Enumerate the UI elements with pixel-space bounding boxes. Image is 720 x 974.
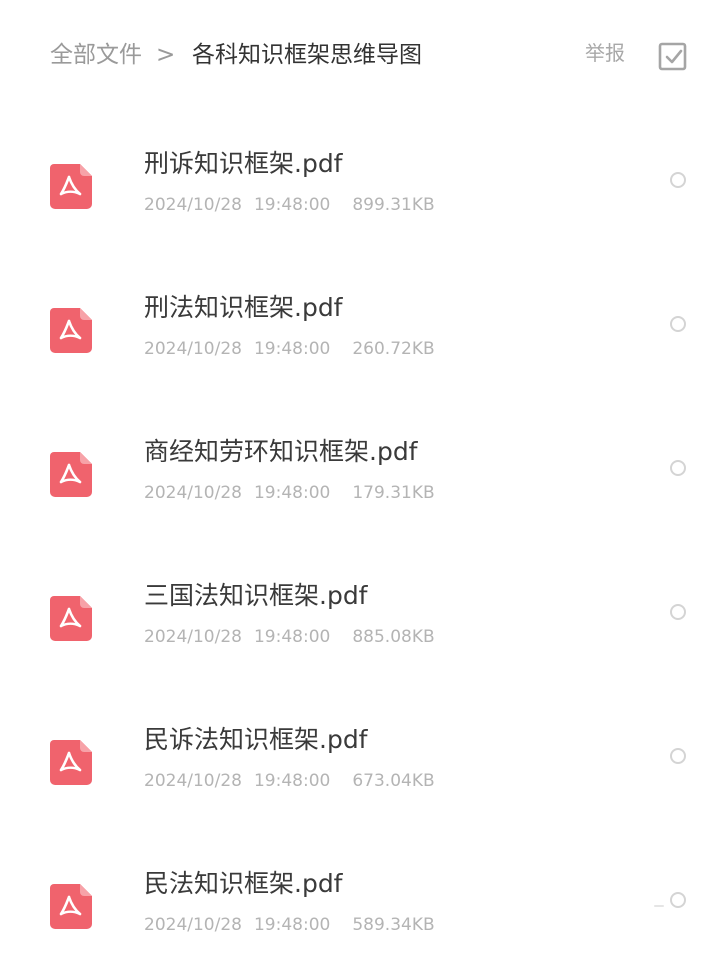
row-select-radio[interactable] — [670, 460, 686, 476]
breadcrumb-root-link[interactable]: 全部文件 — [50, 38, 142, 72]
file-row[interactable]: 民法知识框架.pdf 2024/10/28 19:48:00 589.34KB — [0, 830, 720, 974]
watermark — [572, 905, 696, 941]
file-date: 2024/10/28 — [144, 339, 242, 359]
file-meta: 2024/10/28 19:48:00 673.04KB — [144, 768, 435, 794]
pdf-file-icon — [50, 164, 92, 210]
file-size: 673.04KB — [352, 771, 435, 791]
file-name: 民法知识框架.pdf — [144, 869, 343, 898]
checkbox-icon — [658, 42, 687, 71]
pdf-file-icon — [50, 452, 92, 498]
file-size: 179.31KB — [352, 483, 435, 503]
file-meta: 2024/10/28 19:48:00 885.08KB — [144, 624, 435, 650]
file-name: 刑法知识框架.pdf — [144, 293, 343, 322]
pdf-file-icon — [50, 740, 92, 786]
row-select-radio[interactable] — [670, 604, 686, 620]
file-row[interactable]: 民诉法知识框架.pdf 2024/10/28 19:48:00 673.04KB — [0, 686, 720, 830]
file-list: 刑诉知识框架.pdf 2024/10/28 19:48:00 899.31KB 刑法… — [0, 110, 720, 974]
watermark-badge — [654, 905, 664, 907]
file-name: 三国法知识框架.pdf — [144, 581, 368, 610]
file-time: 19:48:00 — [253, 771, 331, 791]
file-time: 19:48:00 — [253, 339, 331, 359]
pdf-file-icon — [50, 884, 92, 930]
row-select-radio[interactable] — [670, 172, 686, 188]
file-name: 商经知劳环知识框架.pdf — [144, 437, 418, 466]
file-size: 260.72KB — [352, 339, 435, 359]
file-size: 899.31KB — [352, 195, 435, 215]
file-row[interactable]: 商经知劳环知识框架.pdf 2024/10/28 19:48:00 179.31KB — [0, 398, 720, 542]
file-row[interactable]: 刑诉知识框架.pdf 2024/10/28 19:48:00 899.31KB — [0, 110, 720, 254]
file-name: 刑诉知识框架.pdf — [144, 149, 343, 178]
file-row[interactable]: 三国法知识框架.pdf 2024/10/28 19:48:00 885.08KB — [0, 542, 720, 686]
row-select-radio[interactable] — [670, 316, 686, 332]
file-time: 19:48:00 — [253, 483, 331, 503]
file-date: 2024/10/28 — [144, 195, 242, 215]
file-date: 2024/10/28 — [144, 771, 242, 791]
file-meta: 2024/10/28 19:48:00 589.34KB — [144, 912, 435, 938]
pdf-file-icon — [50, 596, 92, 642]
select-all-button[interactable] — [656, 40, 690, 74]
file-time: 19:48:00 — [253, 627, 331, 647]
report-button[interactable]: 举报 — [585, 36, 625, 70]
file-size: 885.08KB — [352, 627, 435, 647]
row-select-radio[interactable] — [670, 748, 686, 764]
header-bar: 全部文件 > 各科知识框架思维导图 举报 — [0, 0, 720, 110]
file-date: 2024/10/28 — [144, 483, 242, 503]
file-size: 589.34KB — [352, 915, 435, 935]
file-meta: 2024/10/28 19:48:00 260.72KB — [144, 336, 435, 362]
pdf-file-icon — [50, 308, 92, 354]
breadcrumb-current-folder: 各科知识框架思维导图 — [192, 42, 422, 68]
file-name: 民诉法知识框架.pdf — [144, 725, 368, 754]
file-meta: 2024/10/28 19:48:00 899.31KB — [144, 192, 435, 218]
file-time: 19:48:00 — [253, 915, 331, 935]
file-meta: 2024/10/28 19:48:00 179.31KB — [144, 480, 435, 506]
file-time: 19:48:00 — [253, 195, 331, 215]
file-date: 2024/10/28 — [144, 627, 242, 647]
file-date: 2024/10/28 — [144, 915, 242, 935]
breadcrumb-separator: > — [156, 42, 176, 68]
file-row[interactable]: 刑法知识框架.pdf 2024/10/28 19:48:00 260.72KB — [0, 254, 720, 398]
